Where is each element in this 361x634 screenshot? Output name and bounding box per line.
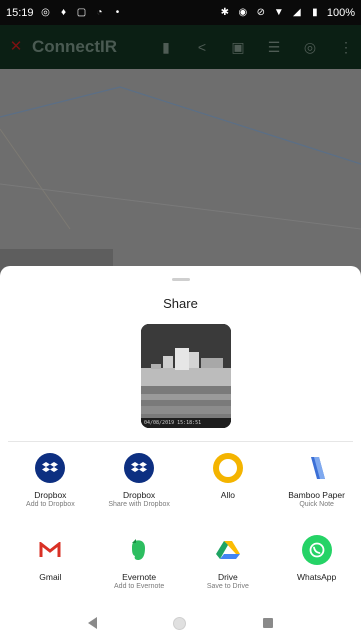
app-label: Drive xyxy=(217,572,238,582)
location-icon: ◉ xyxy=(238,6,248,18)
share-sheet: Share 04/08/2019 15:18:51 Dropbox Add to… xyxy=(0,266,361,634)
share-target-drive[interactable]: Drive Save to Drive xyxy=(184,535,273,617)
share-target-whatsapp[interactable]: WhatsApp xyxy=(272,535,361,617)
silent-icon: ⊘ xyxy=(256,6,266,18)
status-time: 15:19 xyxy=(6,6,34,19)
share-target-bamboo-paper[interactable]: Bamboo Paper Quick Note xyxy=(272,453,361,535)
app-label: Evernote xyxy=(122,572,157,582)
gmail-icon xyxy=(35,535,66,565)
status-bar: 15:19 ◎ ♦ ▢ ◔ • ✱ ◉ ⊘ ▼ ◢ ▮ 100% xyxy=(0,0,361,25)
dropbox-icon xyxy=(124,453,155,483)
signal-icon: ◢ xyxy=(293,6,301,18)
app-label: WhatsApp xyxy=(297,572,337,582)
app-sublabel: Add to Evernote xyxy=(114,583,165,590)
app-label: Bamboo Paper xyxy=(288,490,345,500)
sheet-drag-handle[interactable] xyxy=(172,278,190,281)
more-icon[interactable]: ⋮ xyxy=(339,40,353,54)
wifi-icon: ▼ xyxy=(273,6,284,18)
share-row: Gmail Evernote Add to Evernote Drive Sav… xyxy=(0,535,361,617)
image-icon[interactable]: ▣ xyxy=(231,40,245,54)
share-target-dropbox[interactable]: Dropbox Add to Dropbox xyxy=(6,453,95,535)
bamboo-paper-icon xyxy=(302,453,332,483)
background-lines xyxy=(0,86,361,230)
list-icon[interactable]: ☰ xyxy=(267,40,281,54)
chart-icon: ◔ xyxy=(96,6,103,18)
drive-icon xyxy=(212,535,243,565)
preview-caption: 04/08/2019 15:18:51 xyxy=(144,420,202,426)
app-bar: ✕ ConnectIR ▮ < ▣ ☰ ◎ ⋮ xyxy=(0,25,361,69)
tablet-icon: ▢ xyxy=(76,6,87,18)
share-icon[interactable]: < xyxy=(195,40,209,54)
share-target-evernote[interactable]: Evernote Add to Evernote xyxy=(95,535,184,617)
share-title: Share xyxy=(163,296,198,311)
app-label: Gmail xyxy=(39,572,62,582)
whatsapp-icon: ◎ xyxy=(41,6,50,18)
bluetooth-icon: ✱ xyxy=(220,6,230,18)
app-sublabel: Add to Dropbox xyxy=(26,501,75,508)
battery-percent: 100% xyxy=(326,6,355,19)
home-icon[interactable] xyxy=(173,616,187,630)
share-target-gmail[interactable]: Gmail xyxy=(6,535,95,617)
evernote-icon xyxy=(124,535,155,565)
share-target-dropbox-share[interactable]: Dropbox Share with Dropbox xyxy=(95,453,184,535)
app-title: ConnectIR xyxy=(32,37,117,56)
recents-icon[interactable] xyxy=(262,618,273,628)
stream-icon: ♦ xyxy=(60,6,67,18)
battery-icon: ▮ xyxy=(312,6,318,18)
delete-icon[interactable]: ▮ xyxy=(159,40,173,54)
whatsapp-icon xyxy=(301,535,332,565)
app-label: Dropbox xyxy=(123,490,156,500)
app-label: Dropbox xyxy=(34,490,67,500)
share-preview-image: 04/08/2019 15:18:51 xyxy=(141,324,231,428)
thermal-preview xyxy=(141,324,231,428)
app-sublabel: Share with Dropbox xyxy=(108,501,170,508)
share-target-allo[interactable]: Allo xyxy=(184,453,273,535)
dropbox-icon xyxy=(35,453,66,483)
dot-icon: • xyxy=(115,6,120,18)
divider xyxy=(8,441,353,442)
app-sublabel: Quick Note xyxy=(299,501,334,508)
app-sublabel: Save to Drive xyxy=(206,583,249,590)
navigation-bar xyxy=(0,612,361,634)
allo-icon xyxy=(212,453,243,483)
app-label: Allo xyxy=(220,490,235,500)
share-targets-grid: Dropbox Add to Dropbox Dropbox Share wit… xyxy=(0,453,361,617)
target-icon[interactable]: ◎ xyxy=(303,40,317,54)
back-icon[interactable] xyxy=(88,617,98,629)
app-logo-icon: ✕ xyxy=(9,38,23,55)
share-row: Dropbox Add to Dropbox Dropbox Share wit… xyxy=(0,453,361,535)
